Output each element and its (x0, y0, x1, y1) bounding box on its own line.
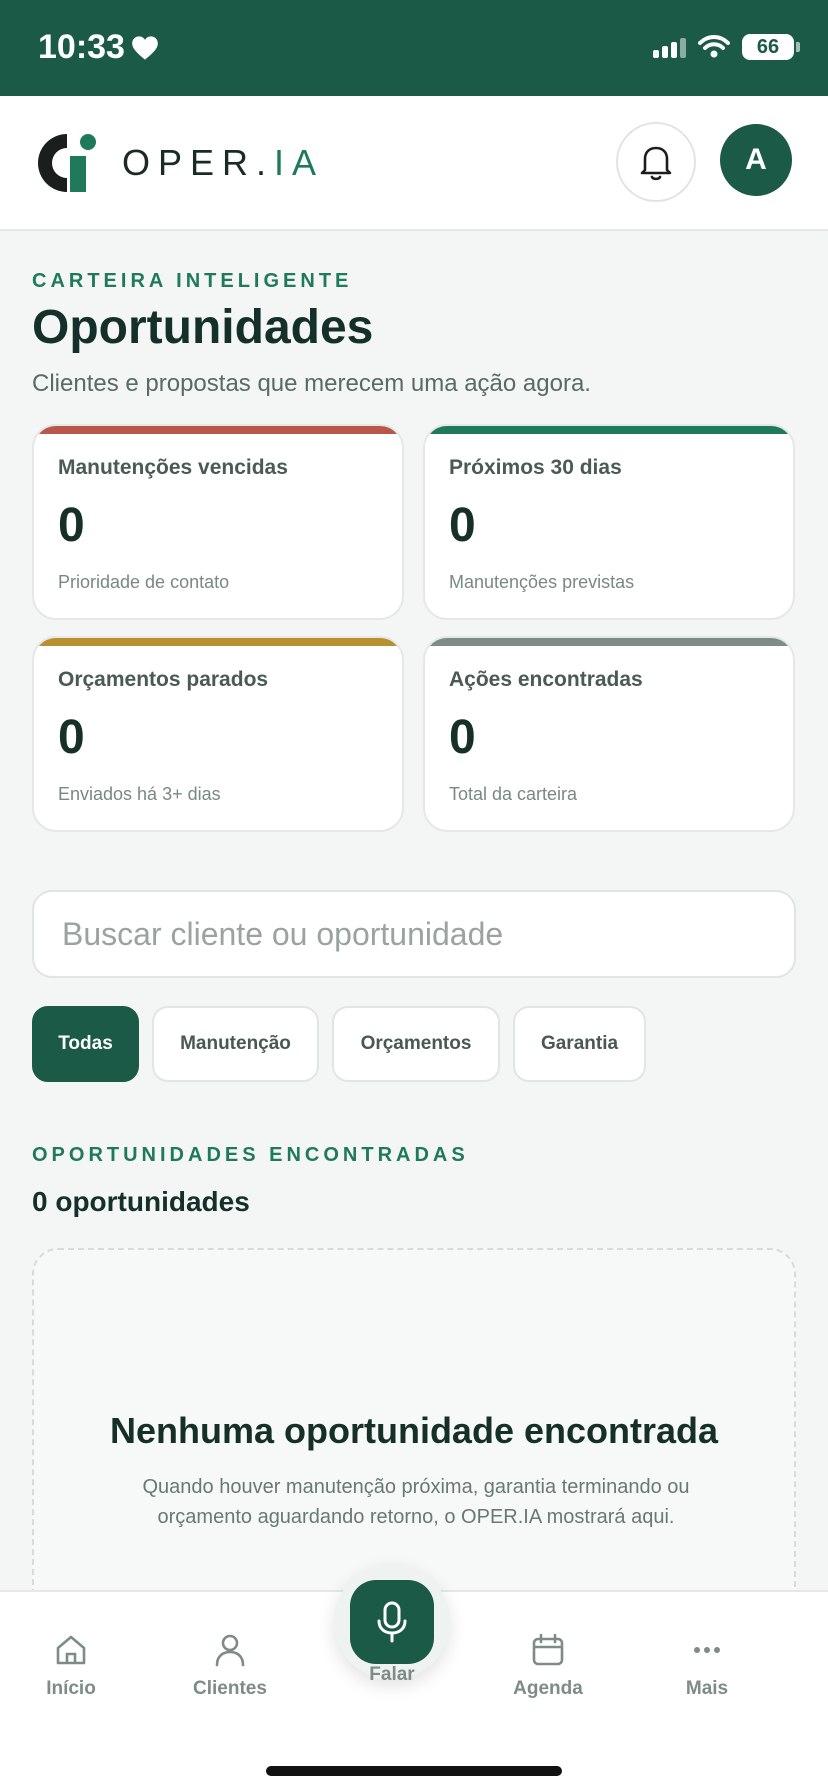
brand-name: OPER.IA (122, 142, 324, 184)
stat-value: 0 (58, 711, 85, 764)
bottom-navigation: Início Clientes Falar Agenda Mais (0, 1564, 828, 1792)
search-input[interactable] (32, 890, 796, 978)
avatar[interactable]: A (720, 124, 792, 196)
results-count: 0 oportunidades (32, 1186, 250, 1217)
page-subtitle: Clientes e propostas que merecem uma açã… (32, 370, 591, 397)
talk-button[interactable] (334, 1564, 450, 1680)
person-icon (215, 1634, 245, 1667)
more-icon (694, 1647, 720, 1653)
avatar-initial: A (745, 143, 767, 176)
filter-chip-warranty[interactable]: Garantia (513, 1006, 646, 1082)
stat-card-accent (425, 638, 793, 646)
stat-note: Prioridade de contato (58, 572, 230, 592)
heart-icon (132, 35, 158, 60)
nav-item-clients[interactable]: Clientes (170, 1632, 290, 1700)
filter-chip-maintenance[interactable]: Manutenção (152, 1006, 319, 1082)
nav-label-more: Mais (685, 1678, 729, 1699)
stat-label: Manutenções vencidas (58, 456, 288, 479)
home-indicator (266, 1766, 562, 1776)
nav-item-more[interactable]: Mais (647, 1632, 767, 1700)
brand-accent: IA (274, 142, 325, 183)
brand-main: OPER. (122, 142, 275, 183)
status-bar: 10:33 66 (0, 0, 828, 96)
stat-note: Total da carteira (449, 784, 578, 804)
notifications-button[interactable] (616, 122, 696, 202)
app-header: OPER.IA A (0, 96, 828, 231)
stat-value: 0 (449, 711, 476, 764)
nav-label-home: Início (46, 1678, 96, 1699)
nav-item-home[interactable]: Início (11, 1632, 131, 1700)
page-title: Oportunidades (32, 301, 374, 354)
stat-card-stalled-quotes[interactable]: Orçamentos parados 0 Enviados há 3+ dias (32, 636, 404, 832)
section-eyebrow: CARTEIRA INTELIGENTE (32, 270, 353, 292)
signal-icon (653, 36, 686, 58)
stat-value: 0 (449, 499, 476, 552)
stat-card-accent (34, 426, 402, 434)
calendar-icon (532, 1633, 564, 1666)
battery-icon: 66 (742, 34, 800, 60)
bell-icon (640, 146, 672, 181)
results-eyebrow: OPORTUNIDADES ENCONTRADAS (32, 1144, 469, 1166)
stat-value: 0 (58, 499, 85, 552)
filter-chip-all[interactable]: Todas (32, 1006, 139, 1082)
nav-label-clients: Clientes (193, 1678, 267, 1699)
talk-button-inner[interactable] (350, 1580, 434, 1664)
stat-card-accent (34, 638, 402, 646)
empty-state-title: Nenhuma oportunidade encontrada (109, 1410, 719, 1451)
stat-note: Manutenções previstas (449, 572, 635, 592)
stat-label: Orçamentos parados (58, 668, 269, 691)
time-text: 10:33 (38, 28, 125, 66)
nav-label-talk: Falar (369, 1664, 415, 1685)
filter-chip-quotes[interactable]: Orçamentos (332, 1006, 500, 1082)
battery-level: 66 (756, 35, 780, 58)
stat-label: Ações encontradas (449, 668, 643, 691)
stat-card-actions-found[interactable]: Ações encontradas 0 Total da carteira (423, 636, 795, 832)
empty-state-description: Quando houver manutenção próxima, garant… (142, 1476, 690, 1528)
nav-label-agenda: Agenda (513, 1678, 583, 1699)
stat-card-overdue[interactable]: Manutenções vencidas 0 Prioridade de con… (32, 424, 404, 620)
status-time: 10:33 (38, 28, 159, 67)
home-icon (56, 1635, 86, 1665)
oper-ia-logo (38, 134, 96, 192)
stat-card-next-30-days[interactable]: Próximos 30 dias 0 Manutenções previstas (423, 424, 795, 620)
microphone-icon (377, 1601, 407, 1643)
wifi-icon (698, 35, 730, 58)
stat-card-accent (425, 426, 793, 434)
nav-item-agenda[interactable]: Agenda (488, 1632, 608, 1700)
stat-label: Próximos 30 dias (449, 456, 622, 479)
stat-note: Enviados há 3+ dias (58, 784, 221, 804)
